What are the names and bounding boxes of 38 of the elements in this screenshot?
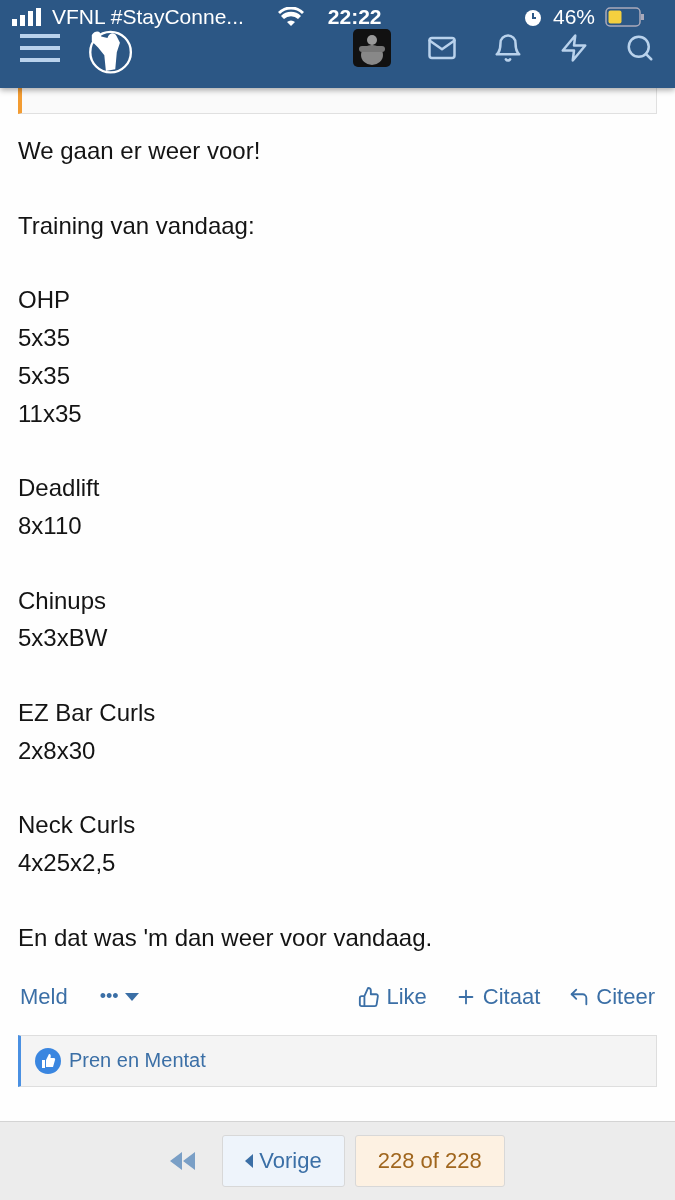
post-text: EZ Bar Curls xyxy=(18,698,156,729)
carrier-text: VFNL #StayConne... xyxy=(52,5,244,29)
wifi-icon xyxy=(277,7,304,27)
post-text: 2x8x30 xyxy=(18,735,96,766)
clock-time: 22:22 xyxy=(327,5,382,29)
quote-button[interactable]: Citaat xyxy=(454,983,541,1010)
menu-icon[interactable] xyxy=(20,32,60,64)
bell-icon[interactable] xyxy=(493,33,523,63)
post-text: 4x25x2,5 xyxy=(18,848,116,879)
lightning-icon[interactable] xyxy=(559,33,589,63)
battery-percentage: 46% xyxy=(552,5,595,29)
reply-button[interactable]: Citeer xyxy=(568,983,655,1010)
reaction-names-link[interactable]: Pren en Mentat xyxy=(69,1049,206,1073)
page-indicator[interactable]: 228 of 228 xyxy=(354,1135,505,1187)
search-icon[interactable] xyxy=(625,33,655,63)
caret-icon xyxy=(124,992,139,1001)
alarm-icon xyxy=(522,7,543,27)
post-text: OHP xyxy=(18,285,70,316)
post-text: Chinups xyxy=(18,585,107,616)
thumbs-up-icon xyxy=(35,1047,61,1074)
post-text: En dat was 'm dan weer voor vandaag. xyxy=(18,922,433,953)
report-link[interactable]: Meld xyxy=(20,983,68,1010)
like-button[interactable]: Like xyxy=(358,983,427,1010)
caret-left-icon xyxy=(245,1154,254,1168)
post-text: Training van vandaag: xyxy=(18,210,255,241)
battery-icon xyxy=(605,7,645,27)
post-text: Neck Curls xyxy=(18,810,136,841)
post-text: 5x3xBW xyxy=(18,623,108,654)
more-menu[interactable]: ••• xyxy=(99,986,139,1008)
post-text: 11x35 xyxy=(18,398,82,429)
post-text: 8x110 xyxy=(18,510,82,541)
previous-button[interactable]: Vorige xyxy=(222,1135,345,1187)
thumbs-up-icon xyxy=(358,985,381,1008)
post-text: 5x35 xyxy=(18,360,71,391)
post-text: We gaan er weer voor! xyxy=(18,136,261,166)
signal-icon xyxy=(12,8,42,26)
post-text: 5x35 xyxy=(18,323,71,354)
post-text: Deadlift xyxy=(18,473,100,504)
